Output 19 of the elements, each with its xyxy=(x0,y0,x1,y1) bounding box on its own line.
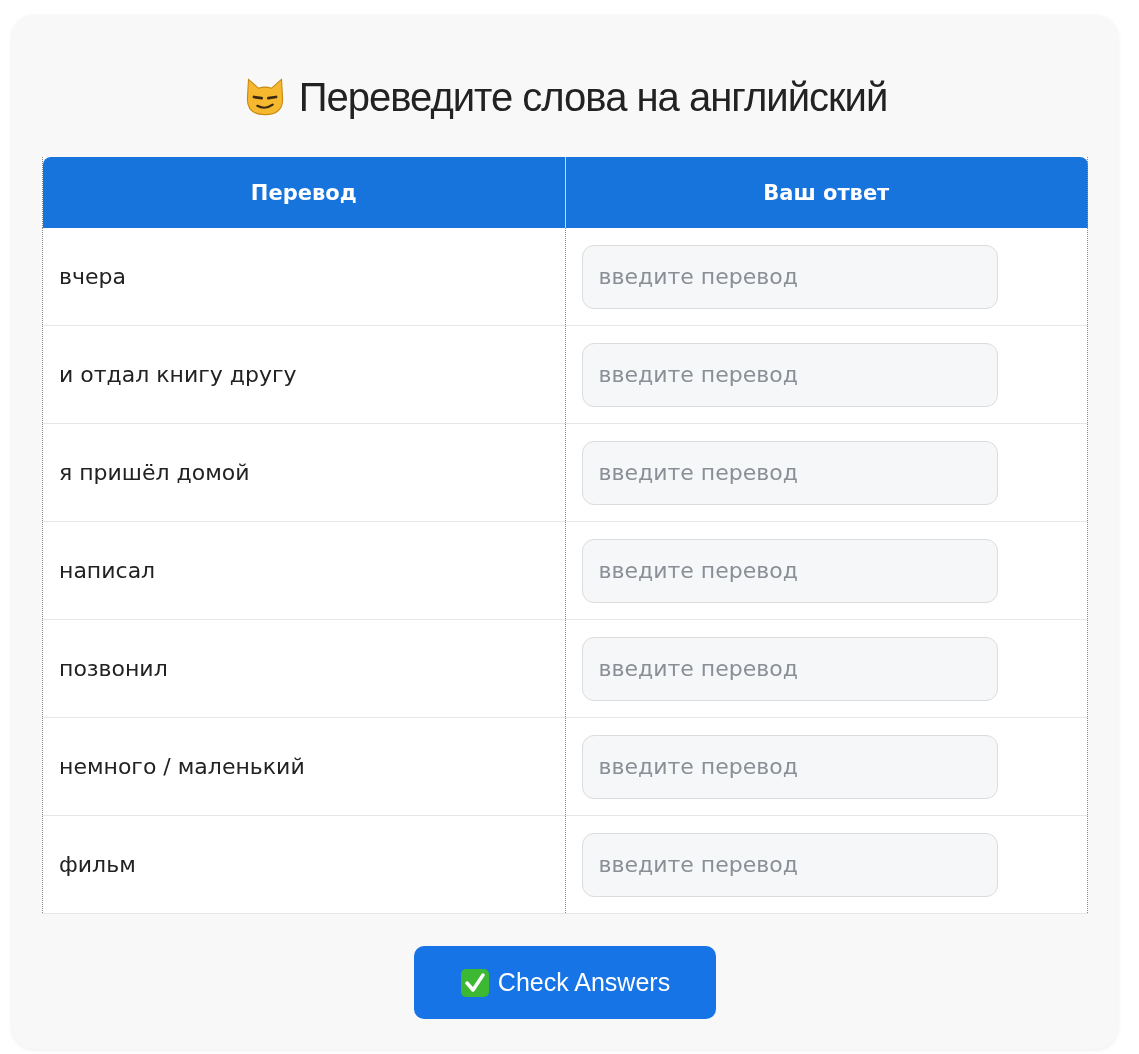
russian-word: вчера xyxy=(59,264,126,289)
russian-word: я пришёл домой xyxy=(59,460,250,485)
answer-field[interactable]: введите перевод xyxy=(581,734,998,799)
russian-word: немного / маленький xyxy=(59,754,305,779)
column-header: Ваш ответ xyxy=(565,157,1088,228)
answer-field[interactable]: введите перевод xyxy=(581,244,998,309)
russian-word: позвонил xyxy=(59,656,168,681)
answer-field[interactable]: введите перевод xyxy=(581,832,998,897)
answer-field[interactable]: введите перевод xyxy=(581,440,998,505)
answer-field[interactable]: введите перевод xyxy=(581,538,998,603)
answer-field[interactable]: введите перевод xyxy=(581,342,998,407)
russian-word: написал xyxy=(59,558,156,583)
answer-field[interactable]: введите перевод xyxy=(581,636,998,701)
check-answers-button[interactable]: Check Answers xyxy=(414,946,716,1019)
column-header: Перевод xyxy=(42,157,565,228)
checkmark-icon xyxy=(459,967,490,998)
page-title: Переведите слова на английский xyxy=(298,74,888,120)
russian-word: и отдал книгу другу xyxy=(59,362,297,387)
russian-word: фильм xyxy=(59,852,136,877)
